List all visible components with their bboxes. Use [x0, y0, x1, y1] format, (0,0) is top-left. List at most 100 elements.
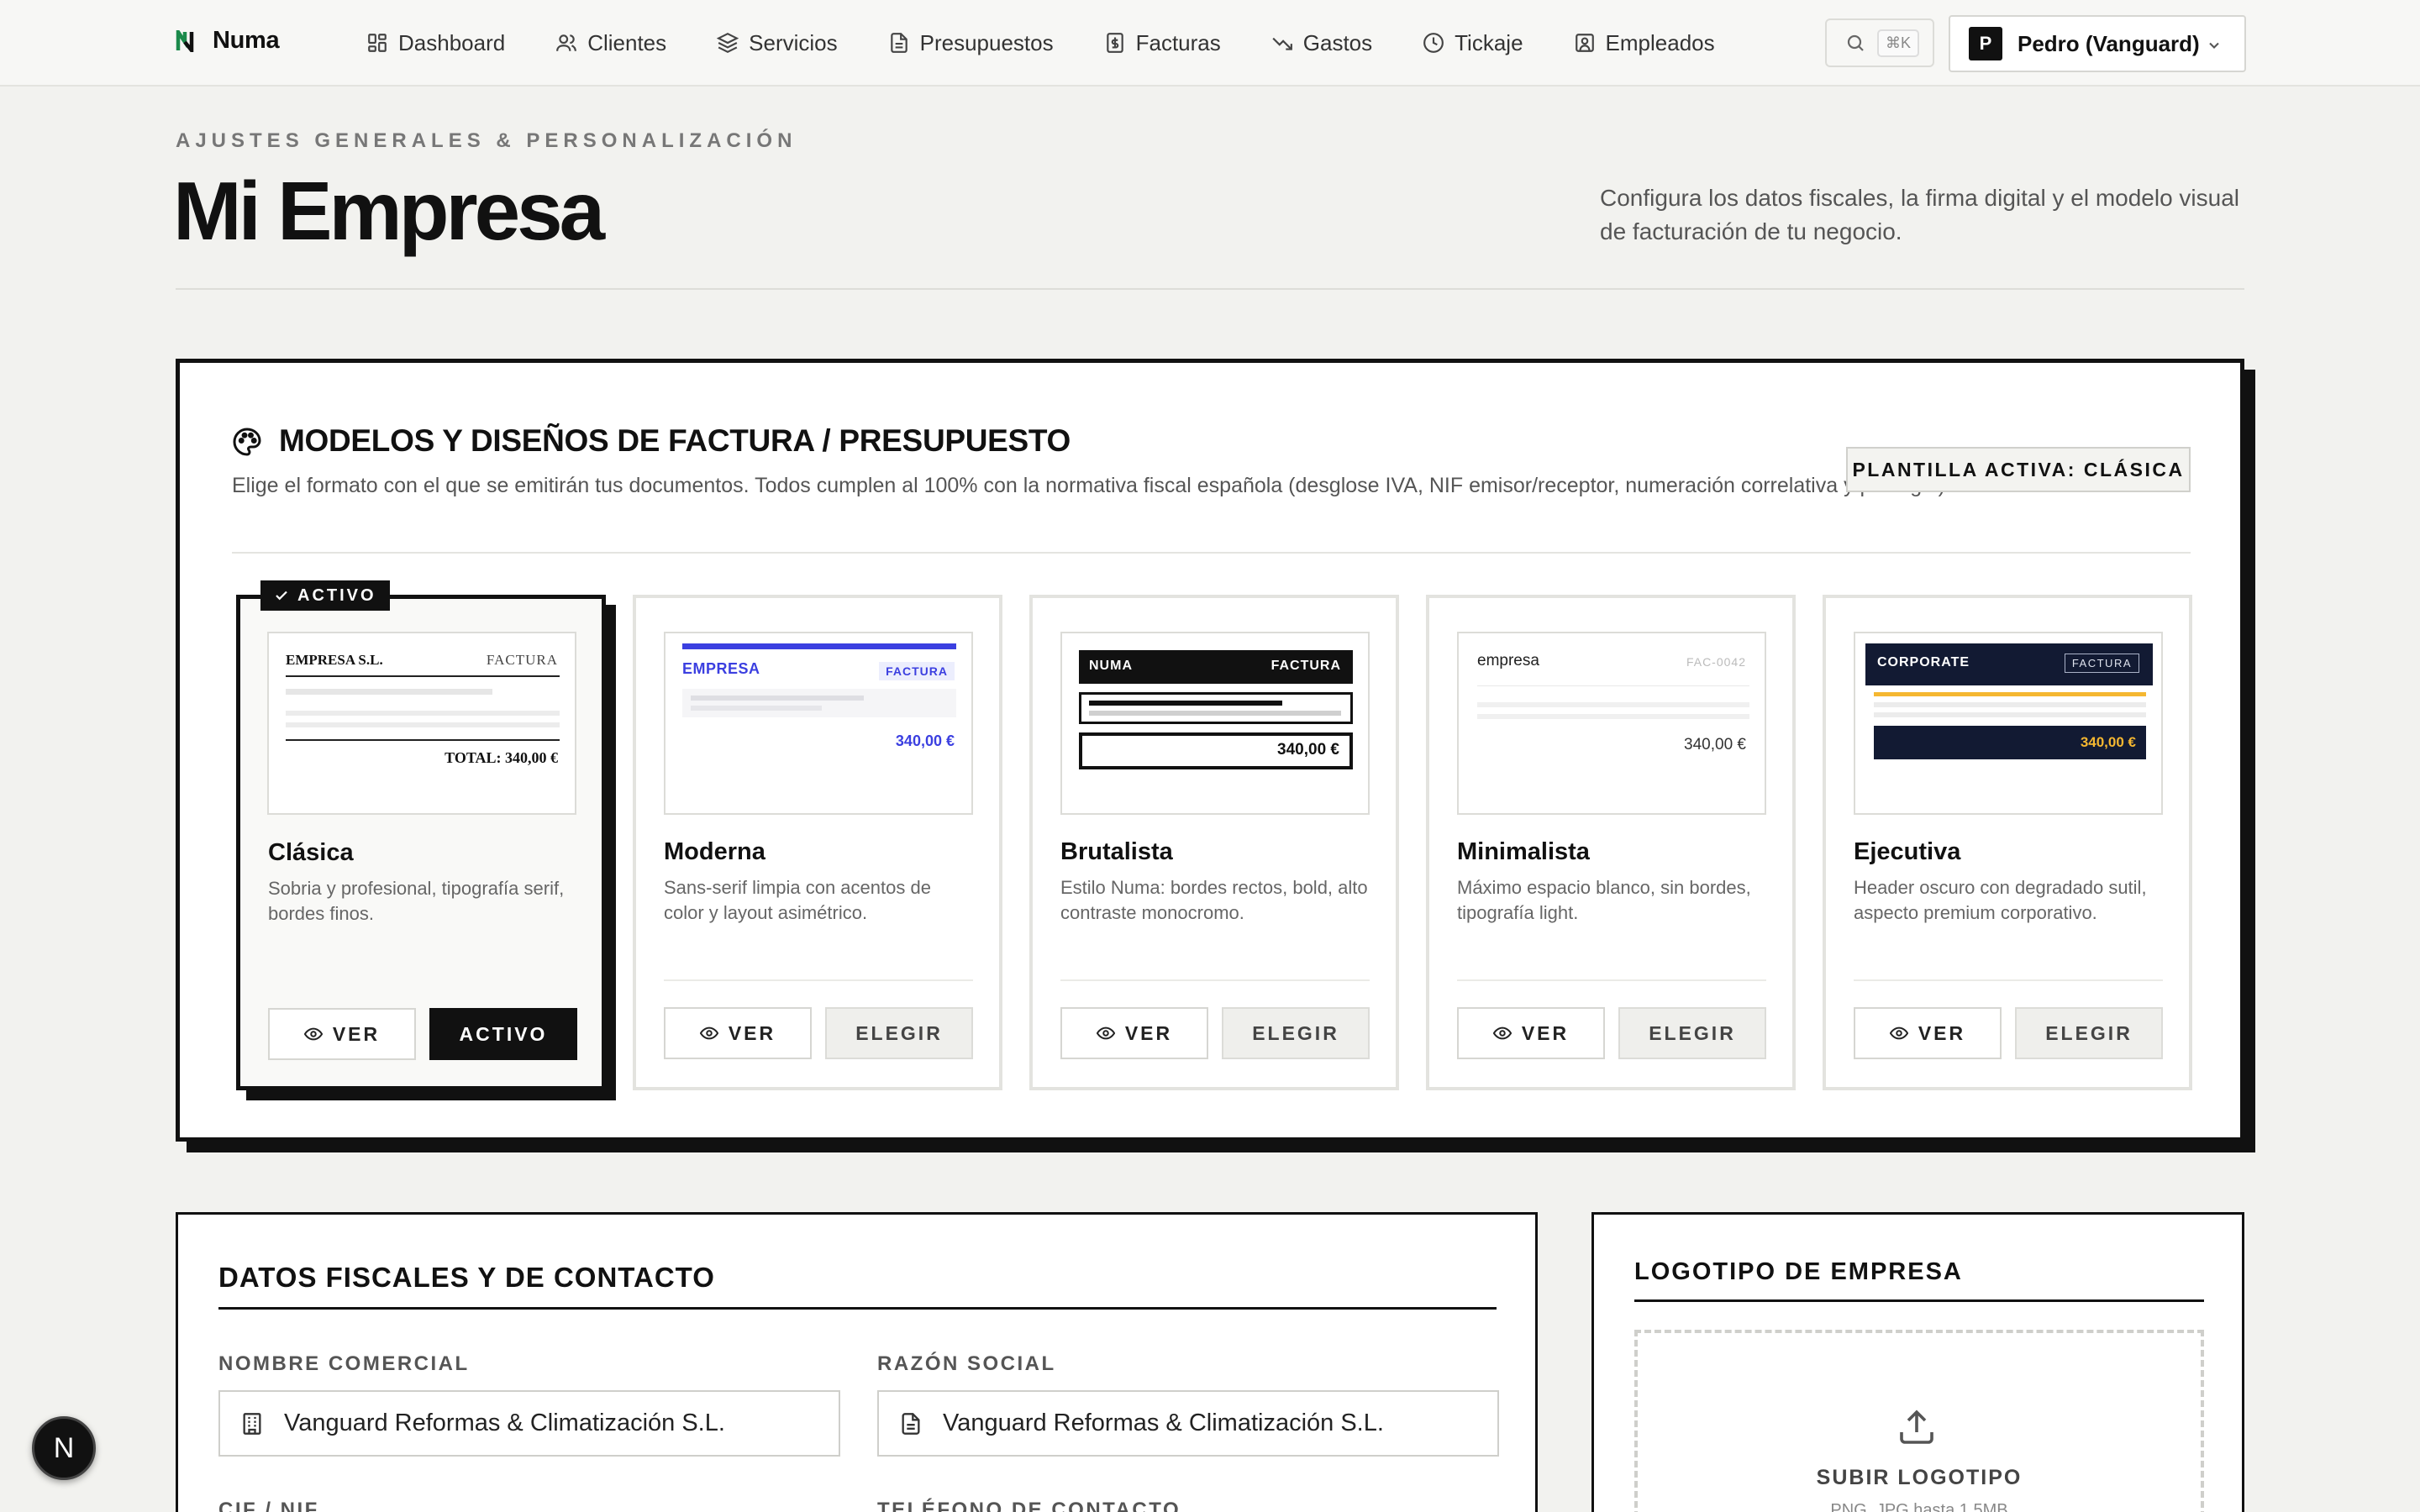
- nav-item-clientes[interactable]: Clientes: [555, 22, 692, 64]
- template-preview: empresa FAC-0042 340,00 €: [1457, 632, 1766, 815]
- upload-label: SUBIR LOGOTIPO: [1816, 1466, 2023, 1489]
- page-title: Mi Empresa: [173, 165, 605, 257]
- view-label: VER: [332, 1022, 381, 1045]
- template-description: Estilo Numa: bordes rectos, bold, alto c…: [1060, 877, 1368, 923]
- preview-total: 340,00 €: [895, 732, 955, 749]
- nav-item-servicios[interactable]: Servicios: [717, 22, 862, 64]
- brand[interactable]: Numa: [176, 27, 280, 55]
- nav-item-tickaje[interactable]: Tickaje: [1423, 22, 1548, 64]
- active-button[interactable]: ACTIVO: [429, 1008, 577, 1060]
- template-card-clasica[interactable]: ACTIVO EMPRESA S.L. FACTURA TOTAL: 340,0…: [236, 580, 606, 1090]
- search-shortcut: ⌘K: [1877, 29, 1920, 57]
- template-card-brutalista[interactable]: NUMA FACTURA 340,00 € Brutalista Estilo …: [1029, 595, 1399, 1090]
- field-value: Vanguard Reformas & Climatización S.L.: [284, 1410, 725, 1436]
- nav-item-gastos[interactable]: Gastos: [1271, 22, 1397, 64]
- building-icon: [240, 1412, 264, 1436]
- page-description: Configura los datos fiscales, la firma d…: [1600, 185, 2240, 244]
- preview-doc: FACTURA: [486, 652, 558, 668]
- eye-icon: [303, 1025, 323, 1043]
- avatar: P: [1969, 27, 2002, 60]
- template-card-minimalista[interactable]: empresa FAC-0042 340,00 € Minimalista Má…: [1426, 595, 1796, 1090]
- document-icon: [899, 1412, 923, 1436]
- preview-total: 340,00 €: [1277, 741, 1339, 759]
- search-button[interactable]: ⌘K: [1825, 18, 1934, 67]
- fiscal-divider: [218, 1307, 1497, 1310]
- logo-title: LOGOTIPO DE EMPRESA: [1634, 1258, 1963, 1285]
- template-name: Minimalista: [1457, 838, 1590, 865]
- active-tag-label: ACTIVO: [297, 585, 376, 605]
- template-description: Header oscuro con degradado sutil, aspec…: [1854, 877, 2147, 923]
- preview-total: 340,00 €: [2080, 734, 2136, 750]
- preview-total: 340,00 €: [1684, 736, 1746, 753]
- eye-icon: [1889, 1024, 1908, 1042]
- template-preview: CORPORATE FACTURA 340,00 €: [1854, 632, 2163, 815]
- logo-dropzone[interactable]: SUBIR LOGOTIPO PNG, JPG hasta 1.5MB: [1634, 1330, 2204, 1512]
- preview-company: EMPRESA S.L.: [286, 652, 383, 668]
- preview-company: CORPORATE: [1877, 655, 1970, 669]
- view-button[interactable]: VER: [1060, 1007, 1208, 1059]
- layers-icon: [717, 32, 739, 54]
- choose-button[interactable]: ELEGIR: [1618, 1007, 1766, 1059]
- nav-item-label: Empleados: [1605, 29, 1715, 55]
- template-name: Brutalista: [1060, 838, 1173, 865]
- badge-icon: [1574, 32, 1596, 54]
- template-divider: [1060, 979, 1370, 981]
- nav-menu: Dashboard Clientes Servicios Presupuesto…: [366, 22, 1765, 64]
- choose-button[interactable]: ELEGIR: [2015, 1007, 2163, 1059]
- fiscal-data-card: DATOS FISCALES Y DE CONTACTO NOMBRE COME…: [176, 1212, 1538, 1512]
- eye-icon: [1096, 1024, 1115, 1042]
- view-button[interactable]: VER: [1457, 1007, 1605, 1059]
- view-button[interactable]: VER: [664, 1007, 812, 1059]
- templates-description: Elige el formato con el que se emitirán …: [232, 474, 1951, 497]
- view-button[interactable]: VER: [268, 1008, 416, 1060]
- template-card-moderna[interactable]: EMPRESA FACTURA 340,00 € Moderna Sans-se…: [633, 595, 1002, 1090]
- nav-item-label: Tickaje: [1455, 29, 1523, 55]
- template-name: Ejecutiva: [1854, 838, 1961, 865]
- eye-icon: [1492, 1024, 1512, 1042]
- invoice-icon: [1104, 32, 1126, 54]
- dev-tools-button[interactable]: N: [32, 1416, 96, 1480]
- field-value: Vanguard Reformas & Climatización S.L.: [943, 1410, 1384, 1436]
- numa-logo-icon: [176, 29, 197, 52]
- view-label: VER: [1918, 1021, 1966, 1044]
- chevron-down-icon: [2206, 37, 2223, 54]
- template-description: Sobria y profesional, tipografía serif, …: [268, 878, 565, 924]
- choose-button[interactable]: ELEGIR: [1222, 1007, 1370, 1059]
- template-divider: [1457, 979, 1766, 981]
- template-description: Sans-serif limpia con acentos de color y…: [664, 877, 931, 923]
- trade-name-field[interactable]: Vanguard Reformas & Climatización S.L.: [218, 1390, 840, 1457]
- nav-item-label: Gastos: [1302, 29, 1373, 55]
- view-button[interactable]: VER: [1854, 1007, 2002, 1059]
- header-divider: [176, 288, 2244, 290]
- template-divider: [664, 979, 973, 981]
- fiscal-title: DATOS FISCALES Y DE CONTACTO: [218, 1262, 715, 1293]
- clock-icon: [1423, 32, 1444, 54]
- legal-name-field[interactable]: Vanguard Reformas & Climatización S.L.: [877, 1390, 1499, 1457]
- top-navbar: Numa Dashboard Clientes Servicios Presup…: [0, 0, 2420, 87]
- user-menu[interactable]: P Pedro (Vanguard): [1949, 15, 2246, 72]
- preview-company: empresa: [1477, 652, 1539, 669]
- templates-title: MODELOS Y DISEÑOS DE FACTURA / PRESUPUES…: [279, 423, 1071, 458]
- page-eyebrow: AJUSTES GENERALES & PERSONALIZACIÓN: [176, 129, 797, 152]
- active-template-badge: PLANTILLA ACTIVA: CLÁSICA: [1846, 447, 2191, 492]
- nav-item-dashboard[interactable]: Dashboard: [366, 22, 530, 64]
- nav-item-label: Clientes: [587, 29, 667, 55]
- nav-item-empleados[interactable]: Empleados: [1574, 22, 1740, 64]
- template-name: Moderna: [664, 838, 765, 865]
- preview-doc: FACTURA: [1270, 659, 1341, 673]
- choose-button[interactable]: ELEGIR: [825, 1007, 973, 1059]
- template-card-ejecutiva[interactable]: CORPORATE FACTURA 340,00 € Ejecutiva Hea…: [1823, 595, 2192, 1090]
- grid-icon: [366, 32, 388, 54]
- brand-name: Numa: [213, 27, 280, 54]
- field-label: NOMBRE COMERCIAL: [218, 1352, 470, 1375]
- nav-item-facturas[interactable]: Facturas: [1104, 22, 1246, 64]
- view-label: VER: [728, 1021, 776, 1044]
- preview-doc: FACTURA: [2064, 654, 2139, 673]
- preview-company: NUMA: [1089, 659, 1133, 673]
- nav-item-presupuestos[interactable]: Presupuestos: [888, 22, 1079, 64]
- preview-doc: FAC-0042: [1686, 655, 1746, 669]
- field-label: TELÉFONO DE CONTACTO: [877, 1499, 1181, 1512]
- preview-company: EMPRESA: [682, 660, 760, 677]
- nav-item-label: Facturas: [1135, 29, 1221, 55]
- template-description: Máximo espacio blanco, sin bordes, tipog…: [1457, 877, 1751, 923]
